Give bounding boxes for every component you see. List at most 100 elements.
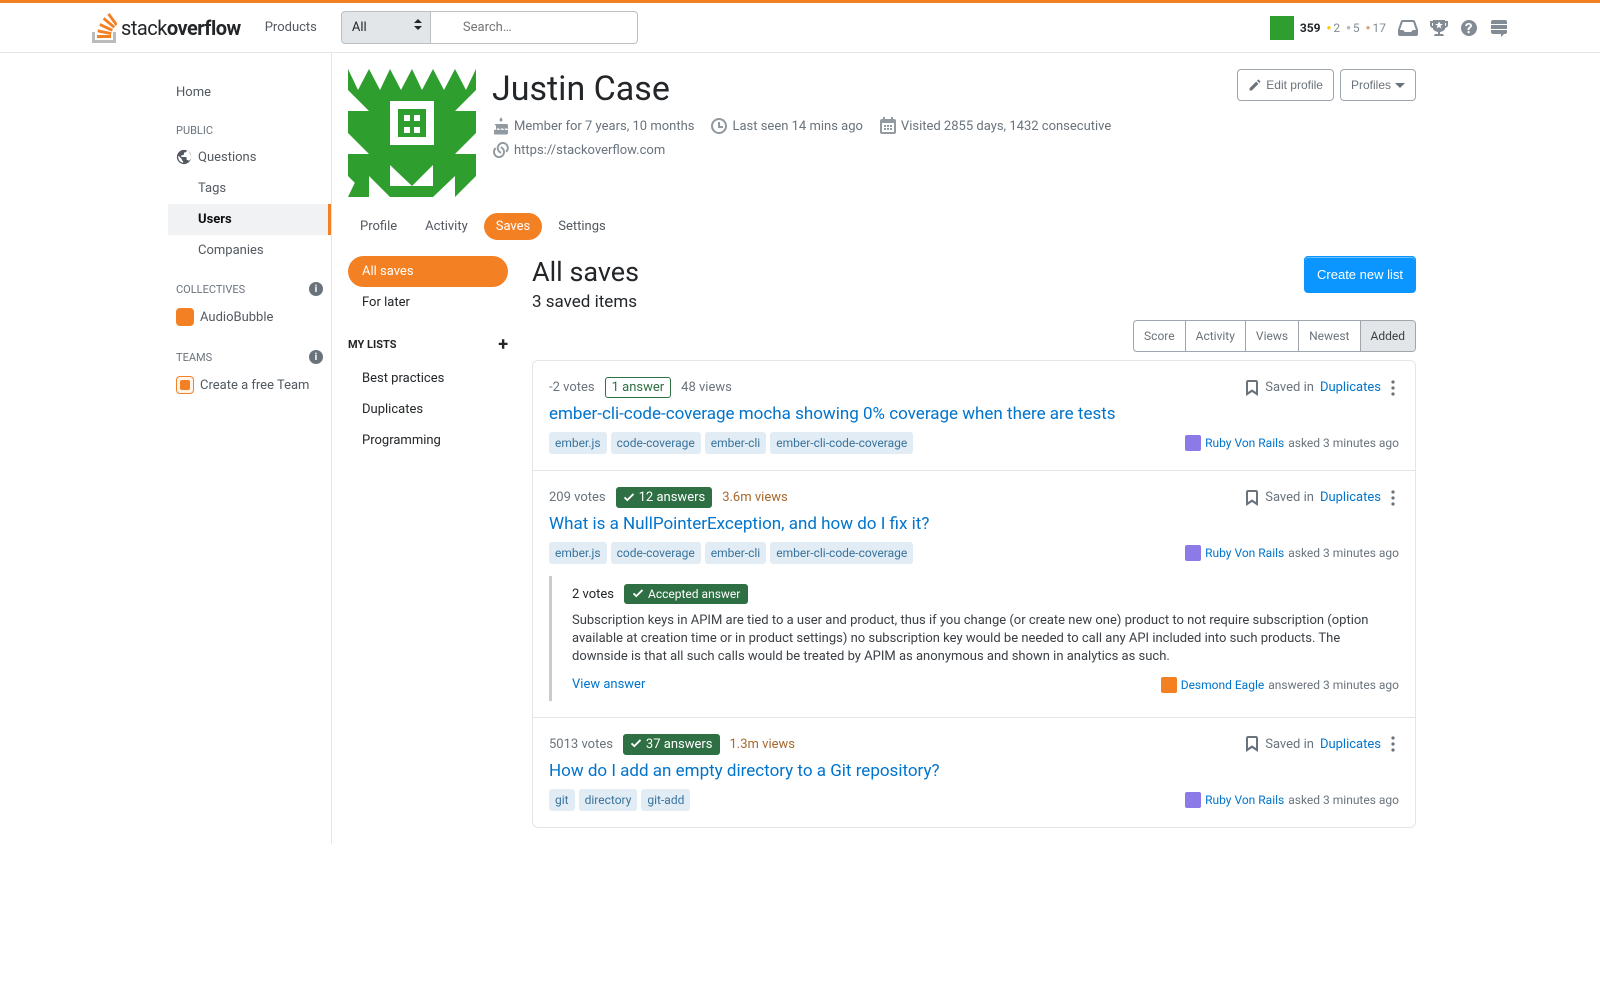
left-sidebar: Home PUBLIC Questions Tags Users Compani… xyxy=(168,53,332,844)
add-list-icon[interactable]: + xyxy=(498,334,508,355)
bronze-badge-count: 17 xyxy=(1366,21,1386,35)
list-for-later[interactable]: For later xyxy=(348,287,508,318)
sidebar-item-home[interactable]: Home xyxy=(168,77,331,108)
tags: gitdirectorygit-add xyxy=(549,789,690,811)
edit-profile-button[interactable]: Edit profile xyxy=(1237,69,1334,101)
answer-preview: 2 votes Accepted answerSubscription keys… xyxy=(549,576,1399,701)
tag[interactable]: ember-cli xyxy=(705,432,767,454)
bookmark-icon xyxy=(1245,379,1259,397)
item-title-link[interactable]: How do I add an empty directory to a Git… xyxy=(549,761,1399,781)
tags: ember.jscode-coverageember-cliember-cli-… xyxy=(549,432,913,454)
bookmark-icon xyxy=(1245,735,1259,753)
sidebar-item-label: Questions xyxy=(198,150,256,165)
accepted-badge: Accepted answer xyxy=(624,584,748,604)
answer-body: Subscription keys in APIM are tied to a … xyxy=(572,612,1399,667)
sidebar-item-audiobubble[interactable]: AudioBubble xyxy=(168,300,331,334)
author-link[interactable]: Desmond Eagle xyxy=(1181,678,1265,692)
logo[interactable]: stackoverflow xyxy=(92,13,241,43)
item-title-link[interactable]: ember-cli-code-coverage mocha showing 0%… xyxy=(549,404,1399,424)
author-link[interactable]: Ruby Von Rails xyxy=(1205,793,1284,807)
list-best-practices[interactable]: Best practices xyxy=(348,363,508,394)
team-icon xyxy=(176,376,194,394)
avatar[interactable] xyxy=(348,69,476,197)
tag[interactable]: code-coverage xyxy=(611,432,701,454)
item-stats: 209 votes 12 answers3.6m views xyxy=(549,487,788,508)
profile-tabs: Profile Activity Saves Settings xyxy=(348,213,1416,240)
saved-in: Saved in Duplicates xyxy=(1245,379,1399,397)
page-title: All saves xyxy=(532,256,639,288)
tag[interactable]: ember-cli-code-coverage xyxy=(770,432,913,454)
search-input[interactable] xyxy=(431,11,638,44)
profile-actions: Edit profile Profiles xyxy=(1237,69,1416,101)
sidebar-item-companies[interactable]: Companies xyxy=(168,235,331,266)
tab-activity[interactable]: Activity xyxy=(413,213,480,240)
sidebar-item-tags[interactable]: Tags xyxy=(168,173,331,204)
item-more-button[interactable] xyxy=(1387,490,1399,506)
item-title-link[interactable]: What is a NullPointerException, and how … xyxy=(549,514,1399,534)
info-icon[interactable]: i xyxy=(309,282,323,296)
answer-author: Desmond Eagle answered 3 minutes ago xyxy=(1161,677,1399,693)
pencil-icon xyxy=(1248,78,1262,92)
achievements-icon[interactable] xyxy=(1430,19,1448,37)
bookmark-icon xyxy=(1245,489,1259,507)
sidebar-item-questions[interactable]: Questions xyxy=(168,141,331,173)
profiles-label: Profiles xyxy=(1351,78,1391,92)
visited: Visited 2855 days, 1432 consecutive xyxy=(879,117,1111,135)
item-stats: -2 votes1 answer48 views xyxy=(549,377,732,398)
sidebar-item-users[interactable]: Users xyxy=(168,204,331,235)
search-scope-dropdown[interactable]: All xyxy=(341,11,431,44)
tag[interactable]: ember.js xyxy=(549,432,607,454)
sort-added[interactable]: Added xyxy=(1361,321,1416,351)
tab-profile[interactable]: Profile xyxy=(348,213,409,240)
profiles-dropdown-button[interactable]: Profiles xyxy=(1340,69,1416,101)
tab-saves[interactable]: Saves xyxy=(484,213,543,240)
community-icon[interactable] xyxy=(1490,19,1508,37)
profile-header: Justin Case Member for 7 years, 10 month… xyxy=(348,69,1416,197)
stackoverflow-icon xyxy=(92,13,117,43)
item-stats: 5013 votes 37 answers1.3m views xyxy=(549,734,795,755)
check-icon xyxy=(623,492,635,504)
profile-name: Justin Case xyxy=(492,69,1111,109)
info-icon[interactable]: i xyxy=(309,350,323,364)
views: 3.6m views xyxy=(722,490,788,505)
author-link[interactable]: Ruby Von Rails xyxy=(1205,546,1284,560)
inbox-icon[interactable] xyxy=(1398,19,1418,37)
profile-url[interactable]: https://stackoverflow.com xyxy=(492,141,665,159)
tag[interactable]: git xyxy=(549,789,575,811)
tag[interactable]: ember-cli-code-coverage xyxy=(770,542,913,564)
visited-text: Visited 2855 days, 1432 consecutive xyxy=(901,119,1111,134)
tag[interactable]: directory xyxy=(579,789,638,811)
tag[interactable]: git-add xyxy=(641,789,690,811)
help-icon[interactable] xyxy=(1460,19,1478,37)
view-answer-link[interactable]: View answer xyxy=(572,677,645,693)
main: Justin Case Member for 7 years, 10 month… xyxy=(332,53,1432,844)
item-author: Ruby Von Rails asked 3 minutes ago xyxy=(1185,792,1399,808)
saved-list-link[interactable]: Duplicates xyxy=(1320,737,1381,752)
saved-item: 209 votes 12 answers3.6m views Saved in … xyxy=(533,471,1415,718)
edit-profile-label: Edit profile xyxy=(1266,78,1323,92)
item-more-button[interactable] xyxy=(1387,380,1399,396)
sort-score[interactable]: Score xyxy=(1134,321,1186,351)
header: stackoverflow Products All 359 2 5 17 xyxy=(0,3,1600,53)
sort-views[interactable]: Views xyxy=(1246,321,1299,351)
create-list-button[interactable]: Create new list xyxy=(1304,256,1416,293)
tab-settings[interactable]: Settings xyxy=(546,213,617,240)
author-link[interactable]: Ruby Von Rails xyxy=(1205,436,1284,450)
saved-items-list: -2 votes1 answer48 views Saved in Duplic… xyxy=(532,360,1416,828)
list-programming[interactable]: Programming xyxy=(348,425,508,456)
profile-info: Justin Case Member for 7 years, 10 month… xyxy=(492,69,1111,197)
list-all-saves[interactable]: All saves xyxy=(348,256,508,287)
saved-list-link[interactable]: Duplicates xyxy=(1320,490,1381,505)
products-link[interactable]: Products xyxy=(253,14,329,41)
sort-activity[interactable]: Activity xyxy=(1186,321,1246,351)
sort-newest[interactable]: Newest xyxy=(1299,321,1360,351)
logo-text: stackoverflow xyxy=(121,16,241,40)
saved-list-link[interactable]: Duplicates xyxy=(1320,380,1381,395)
tag[interactable]: ember-cli xyxy=(705,542,767,564)
tag[interactable]: ember.js xyxy=(549,542,607,564)
list-duplicates[interactable]: Duplicates xyxy=(348,394,508,425)
user-rep-widget[interactable]: 359 2 5 17 xyxy=(1270,16,1386,40)
tag[interactable]: code-coverage xyxy=(611,542,701,564)
sidebar-item-create-team[interactable]: Create a free Team xyxy=(168,368,331,402)
item-more-button[interactable] xyxy=(1387,736,1399,752)
